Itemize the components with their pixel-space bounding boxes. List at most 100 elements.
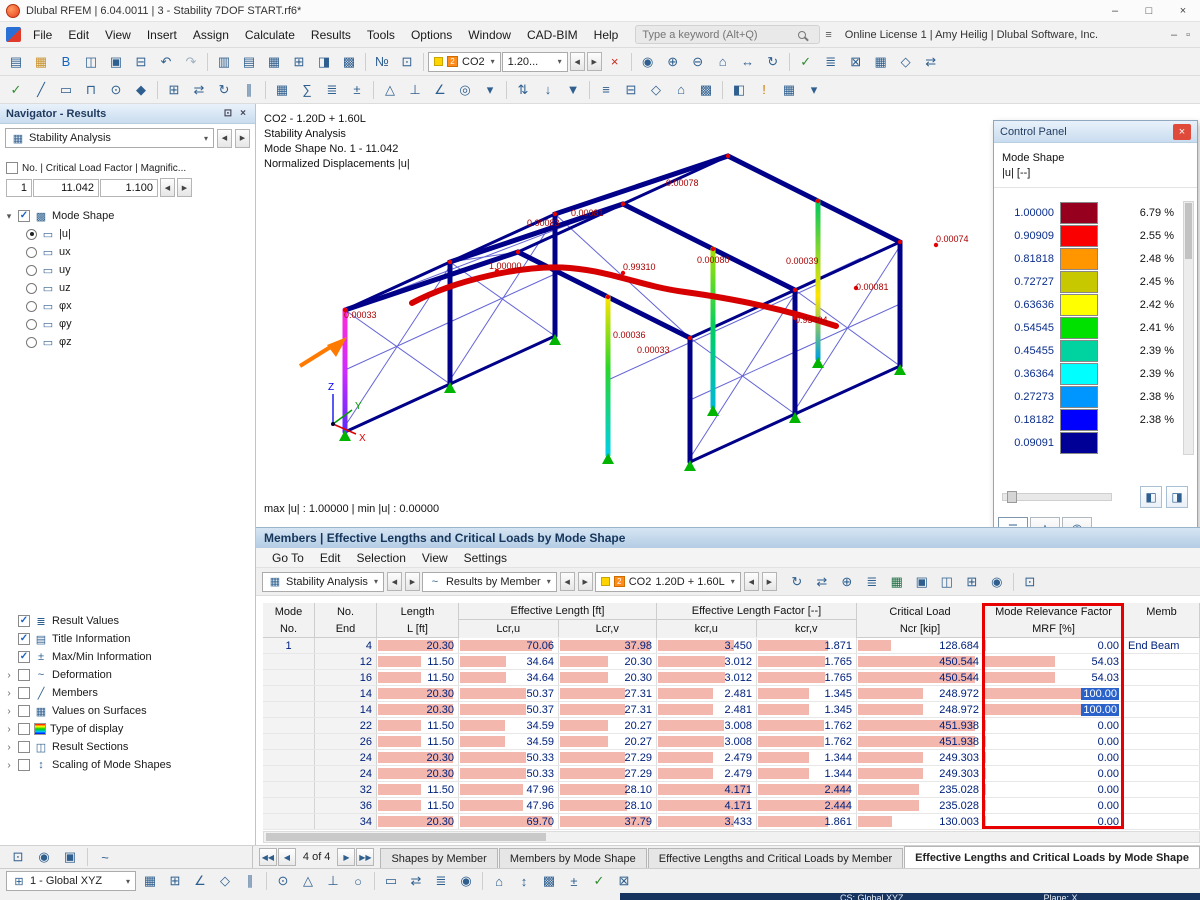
visibility-mode-icon[interactable]: ◇ (894, 50, 918, 74)
mode-option-1[interactable]: ▭ ux (0, 243, 255, 261)
table-row[interactable]: 22 11.50 34.59 20.27 3.008 1.762 451.938 0.00 (263, 718, 1200, 734)
background-toggle-icon[interactable]: ▩ (537, 869, 561, 893)
menu-results[interactable]: Results (303, 24, 359, 46)
calculation-check-icon[interactable]: ✓ (794, 50, 818, 74)
menu-help[interactable]: Help (586, 24, 627, 46)
materials-menu-icon[interactable]: ▾ (478, 78, 502, 102)
table-menu-view[interactable]: View (414, 547, 456, 569)
guide-lines-icon[interactable]: ◇ (644, 78, 668, 102)
last-page-button[interactable]: ▶▶ (356, 848, 375, 866)
previous-page-button[interactable]: ◀ (277, 848, 296, 866)
display-settings-icon[interactable]: ▩ (694, 78, 718, 102)
new-window-icon[interactable]: ⊡ (395, 50, 419, 74)
member-load-icon[interactable]: ▼ (561, 78, 585, 102)
minimize-button[interactable]: – (1098, 0, 1132, 21)
mode-shape-checkbox-icon[interactable]: ✓ (18, 210, 30, 222)
navigator-float-icon[interactable]: ⊡ (221, 108, 235, 119)
table-views-icon[interactable]: ◫ (935, 570, 959, 594)
model-manager-icon[interactable]: ◫ (79, 50, 103, 74)
radio-icon[interactable] (26, 228, 37, 240)
printout-report-icon[interactable]: ▦ (869, 50, 893, 74)
guidelines-toggle-icon[interactable]: ∥ (238, 869, 262, 893)
object-snap-icon[interactable]: ◇ (213, 869, 237, 893)
expander-icon[interactable]: › (4, 706, 14, 717)
menu-insert[interactable]: Insert (139, 24, 185, 46)
panel-dock-button[interactable]: ◨ (1166, 486, 1188, 508)
menu-file[interactable]: File (25, 24, 60, 46)
new-node-icon[interactable]: ⊙ (104, 78, 128, 102)
radio-icon[interactable] (26, 264, 37, 276)
workplane-origin-icon[interactable]: ⌂ (487, 869, 511, 893)
snap-enabled-icon[interactable]: ✓ (587, 869, 611, 893)
table-menu-selection[interactable]: Selection (349, 547, 414, 569)
display-option-1[interactable]: ✓ ▤ Title Information (0, 630, 255, 648)
model-check-icon[interactable]: ✓ (4, 78, 28, 102)
snap-tangent-icon[interactable]: ○ (346, 869, 370, 893)
redo-icon[interactable]: ↷ (179, 50, 203, 74)
tolerance-icon[interactable]: ± (562, 869, 586, 893)
search-input[interactable] (642, 28, 793, 41)
table-row[interactable]: 14 20.30 50.37 27.31 2.481 1.345 248.972 100.00 (263, 686, 1200, 702)
table-menu-settings[interactable]: Settings (456, 547, 515, 569)
print-table-icon[interactable]: ▣ (910, 570, 934, 594)
checkbox-icon[interactable]: ✓ (18, 615, 30, 627)
maximize-button[interactable]: □ (1132, 0, 1166, 21)
col-length[interactable]: Length (377, 603, 458, 620)
menu-assign[interactable]: Assign (185, 24, 237, 46)
mode-option-0[interactable]: ▭ |u| (0, 225, 255, 243)
control-panel-scrollbar[interactable] (1183, 201, 1194, 455)
supports-icon[interactable]: △ (378, 78, 402, 102)
scrollbar-thumb[interactable] (1185, 203, 1192, 259)
checkbox-icon[interactable] (18, 669, 30, 681)
selection-list-icon[interactable]: ≣ (429, 869, 453, 893)
load-combination-combo[interactable]: 2 CO2 ▾ (428, 51, 501, 72)
checkbox-icon[interactable] (18, 705, 30, 717)
open-model-icon[interactable]: ▦ (29, 50, 53, 74)
radio-icon[interactable] (26, 246, 37, 258)
col-mode[interactable]: Mode (263, 603, 314, 620)
checkbox-icon[interactable] (18, 687, 30, 699)
new-solid-icon[interactable]: ◆ (129, 78, 153, 102)
highlight-icon[interactable]: ◉ (454, 869, 478, 893)
next-load-button[interactable]: ▶ (761, 572, 777, 591)
table-tab-3[interactable]: Effective Lengths and Critical Loads by … (904, 846, 1200, 868)
work-planes-icon[interactable]: ⊟ (619, 78, 643, 102)
hinges-icon[interactable]: ⊥ (403, 78, 427, 102)
nodal-load-icon[interactable]: ↓ (536, 78, 560, 102)
menu-window[interactable]: Window (460, 24, 519, 46)
table-window-title[interactable]: Members | Effective Lengths and Critical… (256, 527, 1200, 548)
col-critical-load[interactable]: Critical Load (857, 603, 983, 620)
table-row[interactable]: 26 11.50 34.59 20.27 3.008 1.762 451.938 0.00 (263, 734, 1200, 750)
z-axis-lock-icon[interactable]: ↕ (512, 869, 536, 893)
slider-thumb[interactable] (1007, 491, 1017, 503)
edit-parameters-icon[interactable]: ⊞ (162, 78, 186, 102)
table-row[interactable]: 34 20.30 69.70 37.79 3.433 1.861 130.003 0.00 (263, 814, 1200, 830)
orbit-icon[interactable]: ↻ (761, 50, 785, 74)
tables-panel-icon[interactable]: ▤ (237, 50, 261, 74)
col-member-no[interactable]: No. (315, 603, 376, 620)
load-expression-combo[interactable]: 1.20... ▾ (501, 51, 568, 72)
close-button[interactable]: × (1166, 0, 1200, 21)
new-surface-icon[interactable]: ▭ (54, 78, 78, 102)
menu-cadbim[interactable]: CAD-BIM (519, 24, 586, 46)
collapse-caret-icon[interactable]: ▾ (4, 211, 14, 222)
table-row[interactable]: 1 4 20.30 70.06 37.98 3.450 1.871 128.684 0.00 En… (263, 638, 1200, 654)
quick-list-icon[interactable]: ≡ (821, 29, 835, 41)
load-combinations-icon[interactable]: ± (345, 78, 369, 102)
checkbox-icon[interactable] (18, 741, 30, 753)
highlight-rows-icon[interactable]: ◉ (985, 570, 1009, 594)
display-option-6[interactable]: › Type of display (0, 720, 255, 738)
table-menu-goto[interactable]: Go To (264, 547, 312, 569)
mode-option-5[interactable]: ▭ φy (0, 315, 255, 333)
mirror-icon[interactable]: ∥ (237, 78, 261, 102)
zoom-to-selection-icon[interactable]: ⊕ (835, 570, 859, 594)
color-scales-icon[interactable]: ▦ (777, 78, 801, 102)
radio-icon[interactable] (26, 282, 37, 294)
next-page-button[interactable]: ▶ (337, 848, 356, 866)
new-member-icon[interactable]: ╱ (29, 78, 53, 102)
magnification-cell[interactable]: 1.100 (100, 178, 158, 197)
checkbox-icon[interactable] (18, 723, 30, 735)
col-mode-relevance-factor[interactable]: Mode Relevance Factor (984, 603, 1123, 620)
render-view-icon[interactable]: ▩ (337, 50, 361, 74)
prev-load-button[interactable]: ◀ (743, 572, 759, 591)
